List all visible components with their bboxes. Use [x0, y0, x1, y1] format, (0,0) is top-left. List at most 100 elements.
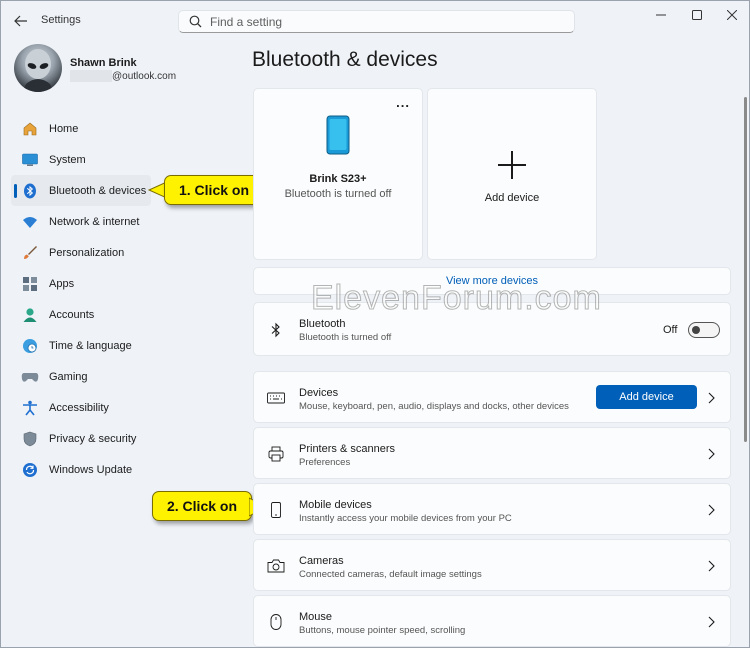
- sidebar-item-time-language[interactable]: Time & language: [11, 330, 251, 361]
- callout-step-2: 2. Click on: [152, 491, 252, 521]
- printers-title: Printers & scanners: [299, 443, 395, 455]
- device-card[interactable]: ... Brink S23+ Bluetooth is turned off: [253, 88, 423, 260]
- bluetooth-icon: [21, 182, 39, 200]
- mouse-row[interactable]: Mouse Buttons, mouse pointer speed, scro…: [253, 595, 731, 647]
- sidebar-item-label: Bluetooth & devices: [49, 184, 147, 197]
- shield-icon: [21, 430, 39, 448]
- sidebar-item-label: Windows Update: [49, 463, 133, 476]
- sidebar-nav: Home System Bluetooth & devices Network …: [11, 113, 251, 485]
- more-options-button[interactable]: ...: [396, 95, 410, 110]
- sidebar-item-privacy-security[interactable]: Privacy & security: [11, 423, 251, 454]
- sidebar-item-home[interactable]: Home: [11, 113, 251, 144]
- sidebar-item-label: Apps: [49, 277, 75, 290]
- mouse-icon: [267, 613, 285, 631]
- search-input[interactable]: [210, 14, 550, 29]
- sidebar-item-personalization[interactable]: Personalization: [11, 237, 251, 268]
- sidebar-item-accessibility[interactable]: Accessibility: [11, 392, 251, 423]
- globe-clock-icon: [21, 337, 39, 355]
- sidebar-item-apps[interactable]: Apps: [11, 268, 251, 299]
- camera-icon: [267, 557, 285, 575]
- maximize-icon: [692, 10, 702, 20]
- callout-step-1: 1. Click on: [164, 175, 264, 205]
- add-device-card[interactable]: Add device: [427, 88, 597, 260]
- more-options-icon: ...: [396, 95, 410, 110]
- phone-device-icon: [326, 115, 350, 155]
- wifi-icon: [21, 213, 39, 231]
- user-email-suffix: @outlook.com: [112, 70, 177, 82]
- sidebar-item-gaming[interactable]: Gaming: [11, 361, 251, 392]
- email-redaction: [70, 70, 112, 82]
- sidebar-item-accounts[interactable]: Accounts: [11, 299, 251, 330]
- alien-avatar-icon: [22, 49, 54, 92]
- device-status: Bluetooth is turned off: [284, 188, 392, 200]
- sidebar-item-label: Home: [49, 122, 79, 135]
- chevron-right-icon: [708, 392, 715, 404]
- printers-scanners-row[interactable]: Printers & scanners Preferences: [253, 427, 731, 479]
- chevron-right-icon: [708, 616, 715, 628]
- settings-window: Settings Shawn Brink @outlook.com: [0, 0, 750, 648]
- user-name: Shawn Brink: [70, 57, 137, 69]
- printers-sub: Preferences: [299, 457, 351, 468]
- apps-icon: [21, 275, 39, 293]
- bluetooth-status: Bluetooth is turned off: [299, 332, 392, 343]
- cameras-row[interactable]: Cameras Connected cameras, default image…: [253, 539, 731, 591]
- mouse-title: Mouse: [299, 611, 333, 623]
- app-title: Settings: [41, 14, 81, 26]
- page-title: Bluetooth & devices: [252, 48, 438, 71]
- accessibility-icon: [21, 399, 39, 417]
- bluetooth-toggle-state: Off: [663, 324, 678, 336]
- back-button[interactable]: [11, 11, 31, 31]
- printer-icon: [267, 445, 285, 463]
- cameras-sub: Connected cameras, default image setting…: [299, 569, 482, 580]
- sidebar-item-label: Gaming: [49, 370, 88, 383]
- bluetooth-toggle[interactable]: [688, 322, 720, 338]
- vertical-scrollbar[interactable]: [744, 97, 747, 442]
- chevron-right-icon: [708, 560, 715, 572]
- mobile-devices-sub: Instantly access your mobile devices fro…: [299, 513, 512, 524]
- sidebar-item-system[interactable]: System: [11, 144, 251, 175]
- sidebar-item-network[interactable]: Network & internet: [11, 206, 251, 237]
- avatar[interactable]: [14, 44, 62, 92]
- cameras-title: Cameras: [299, 555, 344, 567]
- bluetooth-row[interactable]: Bluetooth Bluetooth is turned off Off: [253, 302, 731, 356]
- mobile-devices-row[interactable]: Mobile devices Instantly access your mob…: [253, 483, 731, 535]
- close-button[interactable]: [719, 5, 745, 25]
- bluetooth-title: Bluetooth: [299, 318, 346, 330]
- chevron-right-icon: [708, 448, 715, 460]
- mobile-devices-title: Mobile devices: [299, 499, 372, 511]
- sidebar-item-label: Personalization: [49, 246, 125, 259]
- keyboard-icon: [267, 389, 285, 407]
- home-icon: [21, 120, 39, 138]
- close-icon: [727, 10, 737, 20]
- search-box[interactable]: [178, 10, 575, 33]
- phone-icon: [267, 501, 285, 519]
- add-device-button[interactable]: Add device: [596, 385, 697, 409]
- mouse-sub: Buttons, mouse pointer speed, scrolling: [299, 625, 466, 636]
- devices-row[interactable]: Devices Mouse, keyboard, pen, audio, dis…: [253, 371, 731, 423]
- person-icon: [21, 306, 39, 324]
- search-icon: [189, 15, 202, 28]
- maximize-button[interactable]: [684, 5, 710, 25]
- gamepad-icon: [21, 368, 39, 386]
- update-icon: [21, 461, 39, 479]
- system-icon: [21, 151, 39, 169]
- devices-title: Devices: [299, 387, 339, 399]
- device-name: Brink S23+: [309, 173, 367, 185]
- view-more-devices-link[interactable]: View more devices: [253, 267, 731, 295]
- minimize-icon: [656, 14, 666, 16]
- callout-step-1-label: 1. Click on: [178, 182, 250, 198]
- devices-sub: Mouse, keyboard, pen, audio, displays an…: [299, 401, 569, 412]
- minimize-button[interactable]: [648, 5, 674, 25]
- sidebar-item-label: Network & internet: [49, 215, 140, 228]
- user-email: @outlook.com: [70, 70, 176, 82]
- toggle-knob: [692, 326, 700, 334]
- sidebar-item-bluetooth-devices[interactable]: Bluetooth & devices: [11, 175, 151, 206]
- view-more-devices-label: View more devices: [445, 275, 539, 287]
- sidebar-item-label: Time & language: [49, 339, 132, 352]
- sidebar-item-label: Accounts: [49, 308, 95, 321]
- sidebar-item-label: Privacy & security: [49, 432, 137, 445]
- chevron-right-icon: [708, 504, 715, 516]
- sidebar-item-label: System: [49, 153, 86, 166]
- title-bar: Settings: [1, 1, 749, 41]
- sidebar-item-windows-update[interactable]: Windows Update: [11, 454, 251, 485]
